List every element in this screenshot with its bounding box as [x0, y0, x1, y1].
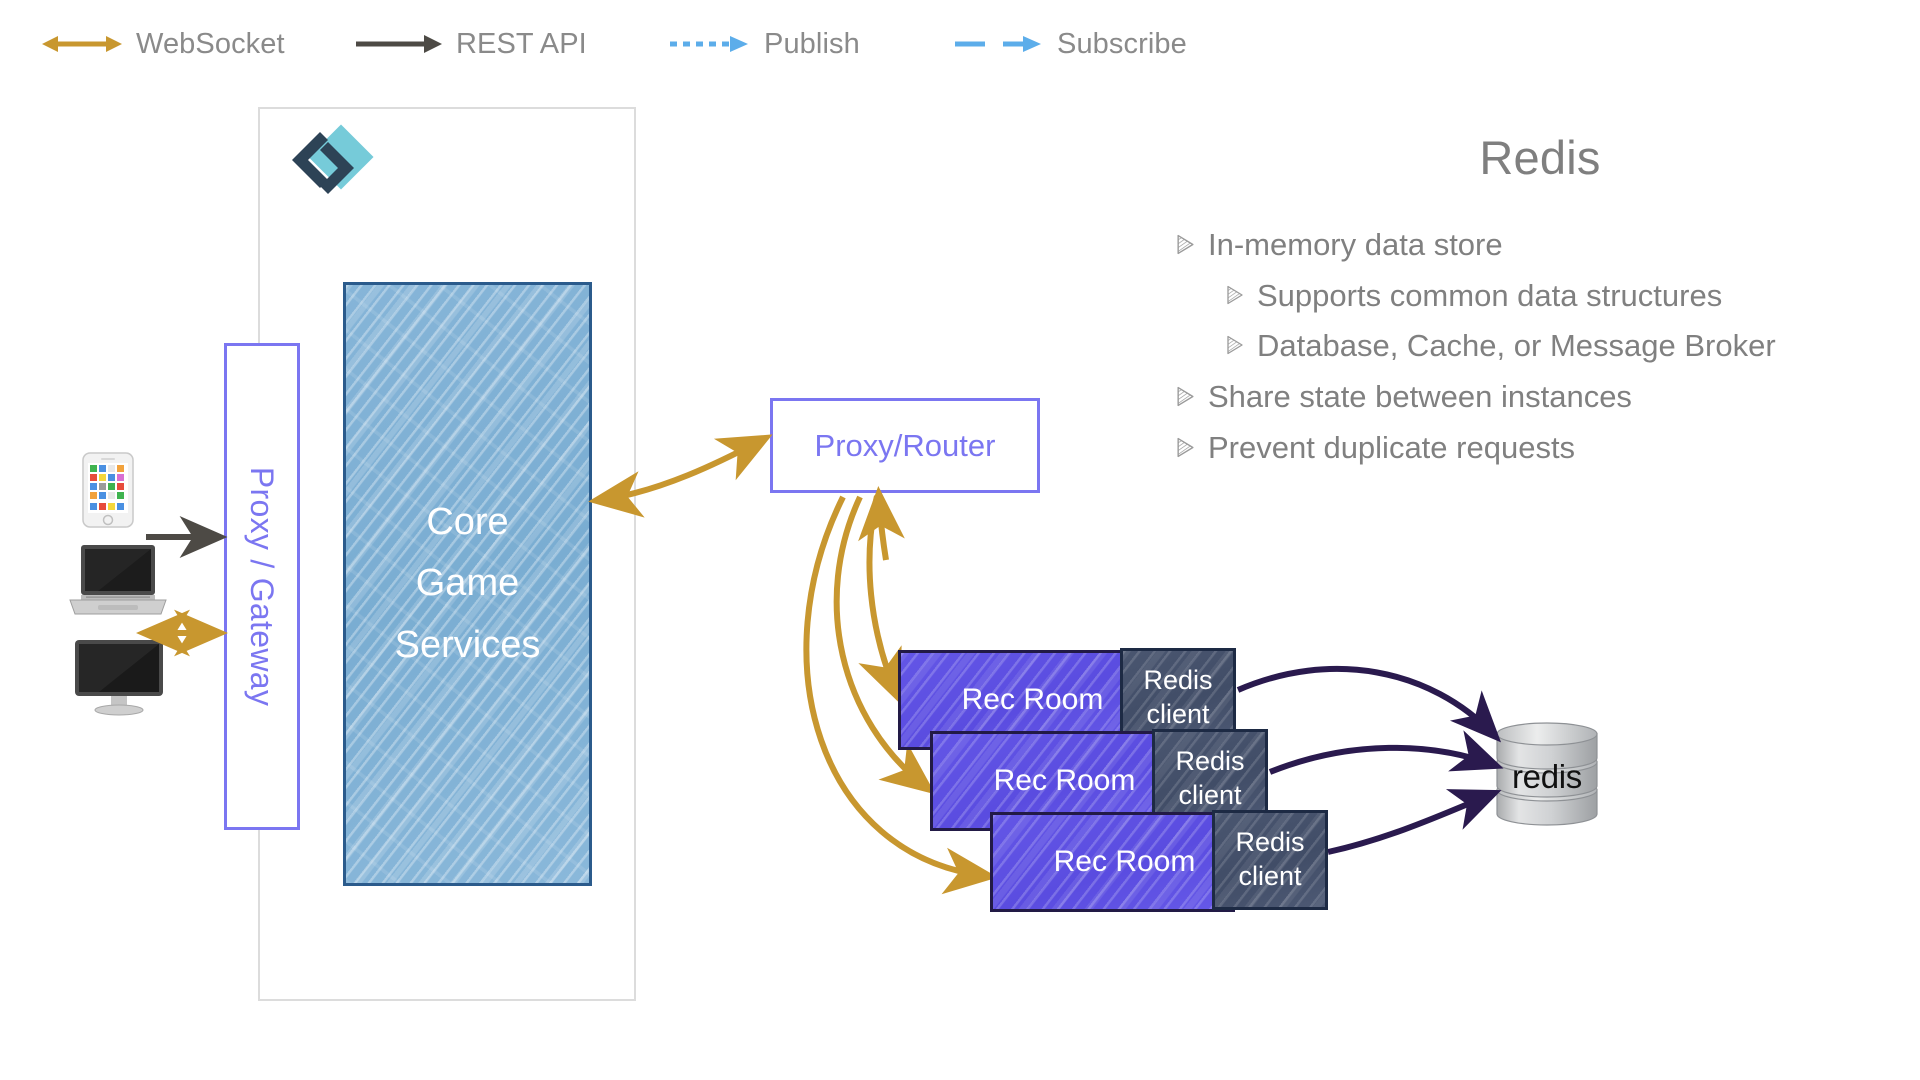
rec-room-group-3: Rec Room Redis client [990, 810, 1328, 912]
core-game-services-box[interactable]: Core Game Services [343, 282, 592, 886]
page-title: Redis [1479, 131, 1601, 184]
edge-redis-client-1-to-store [1236, 666, 1502, 743]
legend-item-publish: Publish [670, 24, 860, 64]
edge-rec-rooms-to-router-a [858, 486, 905, 561]
proxy-gateway-box[interactable]: Proxy / Gateway [224, 343, 300, 830]
legend-item-websocket: WebSocket [42, 24, 285, 64]
rec-room-label-1: Rec Room [961, 683, 1104, 716]
legend-label-subscribe: Subscribe [1057, 27, 1187, 60]
rest-api-arrow-icon [356, 35, 442, 53]
legend-item-rest-api: REST API [356, 24, 587, 64]
legend-label-publish: Publish [764, 27, 860, 60]
legend-label-websocket: WebSocket [136, 27, 285, 60]
core-game-services-line-2: Game [415, 562, 520, 605]
rec-room-label-2: Rec Room [993, 764, 1136, 797]
edge-redis-client-3-to-store [1327, 789, 1502, 855]
proxy-router-label: Proxy/Router [814, 427, 996, 463]
bullet-triangle-icon [1227, 285, 1243, 304]
redis-bullet-text: Prevent duplicate requests [1208, 429, 1576, 465]
redis-bullet-row: In-memory data store [1175, 225, 1905, 265]
diagram-canvas: WebSocket REST API Publish Subscribe Pro… [0, 0, 1920, 1080]
redis-client-line-3b: client [1238, 861, 1302, 891]
redis-client-line-1b: client [1146, 699, 1210, 729]
laptop-icon [69, 545, 167, 615]
redis-bullet-row: Prevent duplicate requests [1175, 428, 1905, 468]
rec-room-box-3[interactable]: Rec Room [990, 812, 1235, 912]
legend: WebSocket REST API Publish Subscribe [0, 0, 1300, 86]
redis-client-line-3a: Redis [1235, 827, 1305, 858]
legend-label-rest-api: REST API [456, 27, 587, 60]
core-game-services-line-1: Core [426, 500, 509, 543]
proxy-gateway-label: Proxy / Gateway [244, 466, 281, 707]
redis-bullet-text: Database, Cache, or Message Broker [1257, 328, 1776, 364]
publish-dashed-arrow-icon [670, 36, 748, 52]
redis-client-line-2a: Redis [1175, 746, 1245, 777]
redis-bullet-row: Database, Cache, or Message Broker [1175, 326, 1905, 366]
redis-bullet-text: Supports common data structures [1257, 277, 1723, 313]
smartphone-icon [82, 452, 134, 528]
redis-bullet-text: Share state between instances [1208, 379, 1632, 415]
desktop-monitor-icon [75, 640, 163, 716]
bullet-triangle-icon [1177, 386, 1194, 407]
rec-room-label-3: Rec Room [1053, 845, 1196, 878]
bullet-triangle-icon [1177, 234, 1194, 255]
bullet-triangle-icon [1227, 336, 1243, 355]
redis-bullet-list: In-memory data store Supports common data… [1175, 225, 1905, 467]
legend-item-subscribe: Subscribe [955, 24, 1187, 64]
core-game-services-line-3: Services [394, 623, 541, 666]
redis-info-panel: Redis In-memory data store Supports commo… [1175, 130, 1905, 478]
redis-client-line-1a: Redis [1143, 665, 1213, 696]
websocket-double-arrow-icon [42, 36, 122, 52]
rec-room-logo-icon [292, 124, 374, 194]
redis-bullet-text: In-memory data store [1208, 227, 1503, 262]
redis-datastore[interactable]: redis [1492, 722, 1602, 827]
redis-client-box-3[interactable]: Redis client [1212, 810, 1328, 910]
edge-redis-client-2-to-store [1268, 730, 1504, 775]
subscribe-dashed-arrow-icon [955, 36, 1041, 52]
redis-bullet-row: Share state between instances [1175, 377, 1905, 417]
redis-datastore-label: redis [1511, 758, 1583, 795]
redis-bullet-row: Supports common data structures [1175, 276, 1905, 316]
bullet-triangle-icon [1177, 437, 1194, 457]
edge-router-to-rec-room-1 [858, 495, 902, 705]
redis-client-line-2b: client [1178, 780, 1242, 810]
proxy-router-box[interactable]: Proxy/Router [770, 398, 1040, 493]
